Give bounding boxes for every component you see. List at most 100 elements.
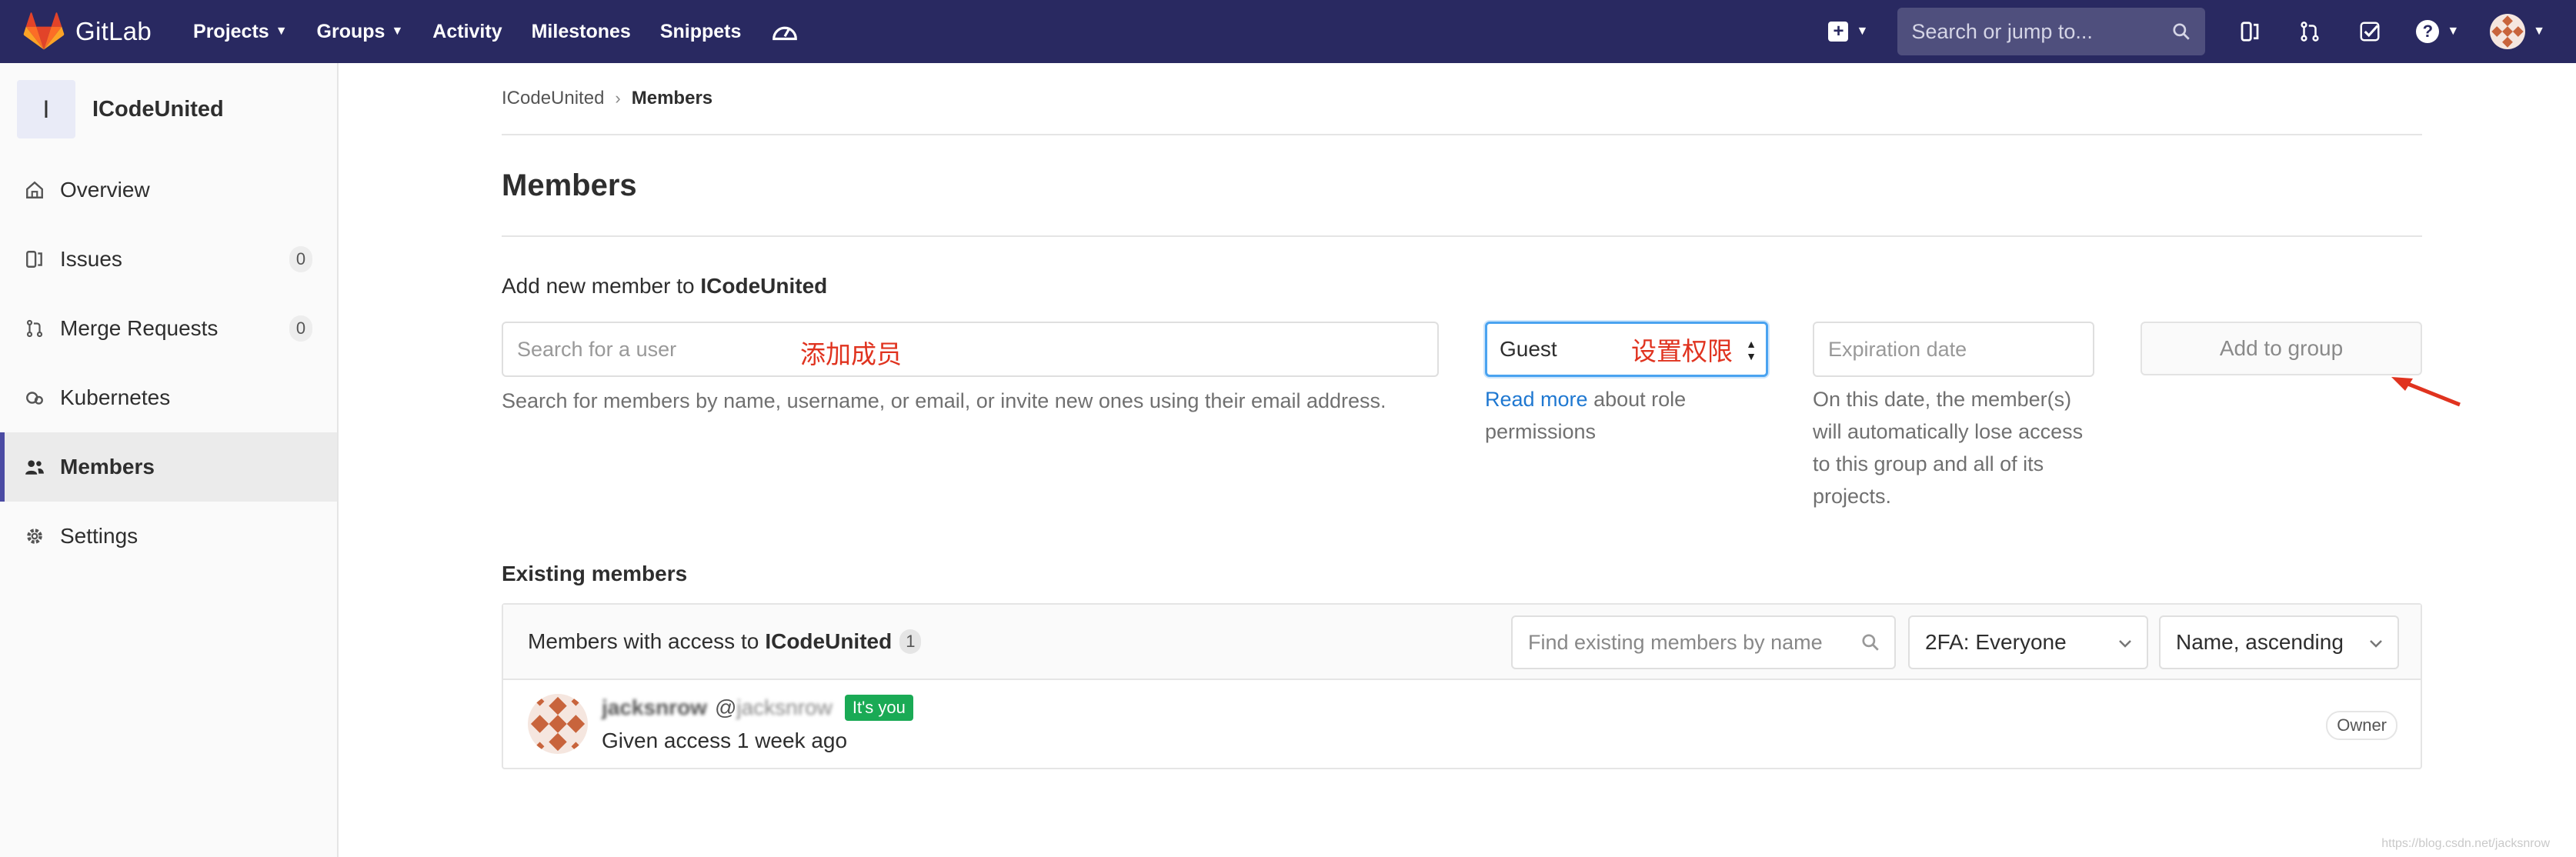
search-icon bbox=[1862, 634, 1879, 651]
sidebar-item-kubernetes[interactable]: Kubernetes bbox=[0, 363, 337, 432]
role-annotation: 设置权限 bbox=[1631, 337, 1733, 365]
top-navbar: GitLab Projects ▼ Groups ▼ Activity Mile… bbox=[0, 0, 2576, 63]
issues-nav-link[interactable] bbox=[2236, 18, 2264, 45]
nav-snippets[interactable]: Snippets bbox=[660, 21, 742, 43]
sidebar-item-overview[interactable]: Overview bbox=[0, 155, 337, 225]
member-username-prefix: @ bbox=[714, 695, 737, 719]
page-title: Members bbox=[502, 135, 2422, 237]
help-dropdown[interactable]: ? ▼ bbox=[2416, 20, 2459, 43]
filter-2fa-dropdown[interactable]: 2FA: Everyone bbox=[1908, 615, 2148, 669]
member-access-info: Given access 1 week ago bbox=[602, 729, 848, 752]
nav-groups-label: Groups bbox=[316, 20, 385, 42]
avatar[interactable] bbox=[528, 694, 588, 754]
user-search-input[interactable]: Search for a user bbox=[502, 322, 1439, 377]
chevron-down-icon bbox=[2370, 640, 2382, 648]
chevron-down-icon bbox=[2119, 640, 2131, 648]
expiration-placeholder: Expiration date bbox=[1828, 337, 1967, 361]
gitlab-logo-icon bbox=[23, 12, 65, 50]
sidebar-item-label: Issues bbox=[60, 247, 122, 271]
sort-value: Name, ascending bbox=[2176, 630, 2344, 654]
global-search-input[interactable]: Search or jump to... bbox=[1897, 8, 2206, 55]
expiration-date-input[interactable]: Expiration date bbox=[1813, 322, 2094, 377]
member-name[interactable]: jacksnrow bbox=[602, 695, 707, 720]
breadcrumb-current[interactable]: Members bbox=[632, 88, 712, 109]
group-name: ICodeUnited bbox=[92, 96, 224, 122]
question-icon: ? bbox=[2416, 20, 2440, 43]
new-dropdown[interactable]: + ▼ bbox=[1828, 22, 1868, 42]
nav-milestones[interactable]: Milestones bbox=[532, 21, 631, 43]
sidebar-item-label: Overview bbox=[60, 178, 150, 202]
add-member-heading: Add new member to ICodeUnited bbox=[502, 274, 2422, 298]
breadcrumb: ICodeUnited › Members bbox=[502, 63, 2422, 135]
todos-nav-link[interactable] bbox=[2356, 18, 2384, 45]
search-icon bbox=[2173, 23, 2191, 40]
kubernetes-icon bbox=[23, 386, 46, 409]
search-annotation: 添加成员 bbox=[800, 340, 902, 368]
select-arrows-icon: ▲ ▼ bbox=[1746, 338, 1757, 362]
nav-groups[interactable]: Groups ▼ bbox=[317, 21, 404, 43]
chevron-down-icon: ▼ bbox=[2447, 25, 2460, 38]
access-level-value: Guest bbox=[1500, 337, 1557, 361]
member-info: jacksnrow @jacksnrow It's you Given acce… bbox=[602, 695, 913, 753]
members-panel-header: Members with access to ICodeUnited 1 Fin… bbox=[503, 605, 2421, 680]
home-icon bbox=[23, 178, 46, 202]
find-members-input[interactable]: Find existing members by name bbox=[1511, 615, 1896, 669]
issues-count-badge: 0 bbox=[289, 246, 312, 272]
role-badge: Owner bbox=[2326, 711, 2397, 740]
watermark: https://blog.csdn.net/jacksnrow bbox=[2381, 837, 2550, 850]
nav-activity-label: Activity bbox=[432, 20, 502, 42]
users-icon bbox=[23, 455, 46, 479]
chevron-down-icon: ▼ bbox=[275, 25, 288, 38]
group-avatar: I bbox=[17, 80, 75, 138]
sort-dropdown[interactable]: Name, ascending bbox=[2159, 615, 2399, 669]
read-more-link[interactable]: Read more bbox=[1485, 388, 1588, 411]
nav-snippets-label: Snippets bbox=[659, 20, 742, 42]
sidebar-item-merge-requests[interactable]: Merge Requests 0 bbox=[0, 294, 337, 363]
sidebar-item-label: Settings bbox=[60, 524, 138, 548]
sidebar: I ICodeUnited Overview Issues 0 Merge Re… bbox=[0, 63, 339, 857]
search-placeholder: Search or jump to... bbox=[1911, 19, 2093, 43]
nav-activity[interactable]: Activity bbox=[432, 21, 502, 43]
sidebar-item-label: Merge Requests bbox=[60, 316, 219, 340]
sidebar-item-issues[interactable]: Issues 0 bbox=[0, 225, 337, 294]
existing-members-title: Existing members bbox=[502, 562, 688, 585]
member-username: @jacksnrow bbox=[715, 695, 833, 720]
gitlab-logo-link[interactable]: GitLab bbox=[23, 0, 152, 63]
performance-bar-icon[interactable] bbox=[770, 17, 799, 46]
nav-projects[interactable]: Projects ▼ bbox=[193, 21, 288, 43]
add-member-heading-prefix: Add new member to bbox=[502, 274, 695, 298]
group-context-header[interactable]: I ICodeUnited bbox=[0, 63, 337, 155]
user-search-placeholder: Search for a user bbox=[517, 337, 677, 361]
merge-requests-count-badge: 0 bbox=[289, 315, 312, 342]
role-help: Read more about role permissions bbox=[1485, 383, 1747, 448]
merge-request-icon bbox=[23, 317, 46, 340]
its-you-badge: It's you bbox=[844, 695, 913, 721]
sidebar-item-label: Kubernetes bbox=[60, 385, 171, 409]
filter-2fa-value: 2FA: Everyone bbox=[1925, 630, 2067, 654]
panel-title-group: ICodeUnited bbox=[765, 629, 893, 653]
sidebar-item-settings[interactable]: Settings bbox=[0, 502, 337, 571]
sidebar-item-members[interactable]: Members bbox=[0, 432, 337, 502]
merge-requests-nav-link[interactable] bbox=[2296, 18, 2324, 45]
merge-request-icon bbox=[2301, 22, 2319, 42]
main-content: ICodeUnited › Members Members Add new me… bbox=[502, 63, 2461, 769]
nav-milestones-label: Milestones bbox=[531, 20, 631, 42]
issues-icon bbox=[23, 248, 46, 271]
expiration-help: On this date, the member(s) will automat… bbox=[1813, 388, 2084, 508]
members-panel: Members with access to ICodeUnited 1 Fin… bbox=[502, 603, 2422, 769]
find-members-placeholder: Find existing members by name bbox=[1528, 630, 1823, 654]
brand-name: GitLab bbox=[75, 17, 152, 45]
issues-icon bbox=[2241, 22, 2259, 42]
user-menu[interactable]: ▼ bbox=[2490, 14, 2545, 49]
members-count-badge: 1 bbox=[899, 629, 922, 654]
user-search-help: Search for members by name, username, or… bbox=[502, 389, 1386, 412]
breadcrumb-group-link[interactable]: ICodeUnited bbox=[502, 88, 604, 109]
avatar bbox=[2490, 14, 2526, 49]
nav-projects-label: Projects bbox=[193, 20, 269, 42]
chevron-down-icon: ▼ bbox=[1856, 25, 1869, 38]
add-member-form: Search for a user 添加成员 Search for member… bbox=[502, 322, 2461, 545]
todo-check-icon bbox=[2360, 22, 2380, 42]
sidebar-item-label: Members bbox=[60, 455, 155, 479]
chevron-right-icon: › bbox=[615, 88, 621, 108]
red-arrow-annotation-icon bbox=[2391, 377, 2461, 407]
